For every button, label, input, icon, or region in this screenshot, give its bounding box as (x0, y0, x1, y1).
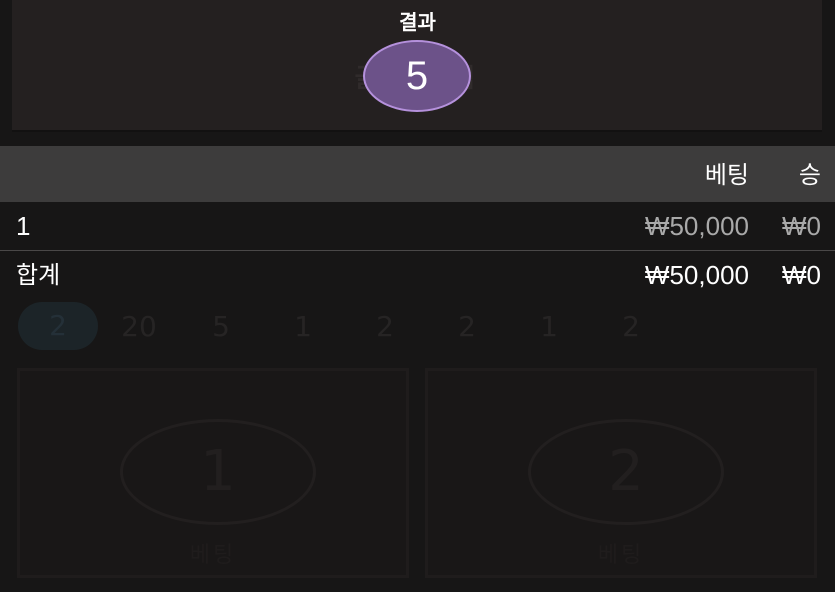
history-chip: 2 (458, 309, 476, 343)
row-name: 1 (16, 211, 31, 241)
table-header-row: 베팅 승 (0, 146, 835, 202)
bet-card-1: 1 베팅 (17, 368, 409, 578)
bet-card-label: 베팅 (189, 543, 237, 568)
result-title: 결과 (399, 10, 436, 34)
history-chip: 2 (622, 309, 640, 343)
total-win-amount: ₩0 (782, 260, 821, 290)
table-row: 1 ₩50,000 ₩0 (0, 202, 835, 251)
total-row: 합계 ₩50,000 ₩0 (0, 251, 835, 299)
bet-summary-table: 베팅 승 1 ₩50,000 ₩0 합계 ₩50,000 ₩0 (0, 146, 835, 299)
history-chip: 1 (294, 309, 312, 343)
history-chip: 20 (121, 309, 157, 343)
bet-card-number: 1 (120, 419, 316, 525)
history-chip: 5 (212, 309, 230, 343)
result-header: 결과 (0, 8, 835, 36)
history-chip-row: 2 20 5 1 2 2 1 2 (18, 300, 672, 352)
total-label: 합계 (16, 261, 61, 289)
header-bet: 베팅 (704, 161, 749, 189)
history-chip: 1 (540, 309, 558, 343)
bet-card-label: 베팅 (597, 543, 645, 568)
header-win: 승 (798, 161, 821, 189)
history-chip: 2 (18, 302, 98, 350)
bet-card-2: 2 베팅 (425, 368, 817, 578)
total-bet-amount: ₩50,000 (644, 260, 749, 290)
history-chip: 2 (376, 309, 394, 343)
bet-card-number: 2 (528, 419, 724, 525)
row-bet-amount: ₩50,000 (644, 211, 749, 241)
result-value-badge: 5 (363, 40, 471, 112)
row-win-amount: ₩0 (782, 211, 821, 241)
